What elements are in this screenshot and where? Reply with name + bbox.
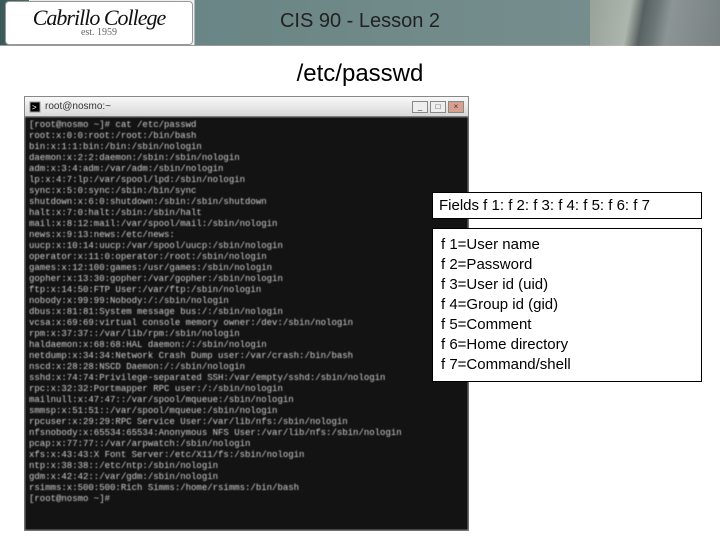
fields-header-text: Fields f 1: f 2: f 3: f 4: f 5: f 6: f 7: [439, 197, 650, 214]
fields-legend-item: f 2=Password: [441, 255, 693, 275]
terminal-output: [root@nosmo ~]# cat /etc/passwd root:x:0…: [25, 117, 468, 530]
logo-subtext: est. 1959: [81, 27, 117, 38]
terminal-titlebar: > root@nosmo:~ _ □ ×: [25, 97, 468, 117]
terminal-window: > root@nosmo:~ _ □ × [root@nosmo ~]# cat…: [24, 96, 469, 531]
close-button[interactable]: ×: [448, 101, 464, 113]
slide-title: /etc/passwd: [0, 60, 720, 88]
fields-header-box: Fields f 1: f 2: f 3: f 4: f 5: f 6: f 7: [432, 192, 702, 219]
fields-legend-item: f 5=Comment: [441, 315, 693, 335]
fields-legend-item: f 6=Home directory: [441, 335, 693, 355]
terminal-icon: >: [29, 101, 41, 113]
header-photo: [590, 0, 720, 46]
terminal-title: root@nosmo:~: [45, 101, 111, 112]
slide-header: Cabrillo College est. 1959 CIS 90 - Less…: [0, 0, 720, 46]
fields-legend-item: f 3=User id (uid): [441, 275, 693, 295]
window-buttons: _ □ ×: [412, 101, 464, 113]
fields-legend-item: f 1=User name: [441, 235, 693, 255]
logo-text: Cabrillo College: [33, 9, 166, 27]
course-title: CIS 90 - Lesson 2: [200, 10, 520, 33]
fields-legend-item: f 4=Group id (gid): [441, 295, 693, 315]
college-logo: Cabrillo College est. 1959: [6, 2, 192, 44]
fields-legend-item: f 7=Command/shell: [441, 355, 693, 375]
svg-text:>: >: [32, 103, 37, 112]
minimize-button[interactable]: _: [412, 101, 428, 113]
fields-legend-box: f 1=User namef 2=Passwordf 3=User id (ui…: [432, 228, 702, 382]
maximize-button[interactable]: □: [430, 101, 446, 113]
